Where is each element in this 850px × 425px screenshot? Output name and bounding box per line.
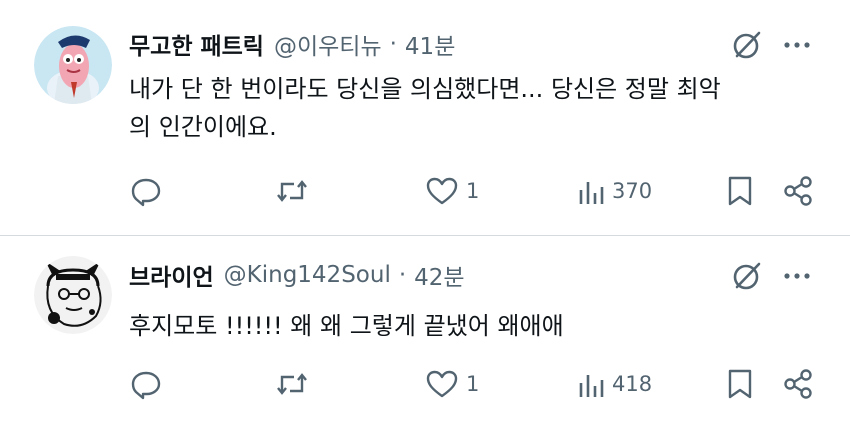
sketch-face-avatar[interactable] <box>34 256 112 334</box>
views-icon <box>578 369 604 399</box>
tweet-header: 브라이언 @King142Soul · 42분 <box>129 257 465 293</box>
reply-icon <box>130 368 162 400</box>
like-count: 1 <box>466 372 480 396</box>
bookmark-icon <box>727 368 753 400</box>
views-button[interactable]: 418 <box>578 366 652 402</box>
timestamp[interactable]: 42분 <box>414 258 464 292</box>
tweet-text: 후지모토 !!!!!! 왜 왜 그렇게 끝냈어 왜애애 <box>129 307 829 345</box>
retweet-button[interactable] <box>275 366 309 402</box>
grok-icon[interactable] <box>730 259 764 293</box>
like-icon <box>426 369 458 399</box>
display-name[interactable]: 브라이언 <box>129 258 214 292</box>
tweet[interactable]: 브라이언 @King142Soul · 42분 후지모토 !!!!!! 왜 왜 … <box>0 0 850 425</box>
share-button[interactable] <box>782 366 814 402</box>
action-bar: 1 418 <box>0 366 850 402</box>
reply-button[interactable] <box>130 366 162 402</box>
tweet-text-line: 후지모토 !!!!!! 왜 왜 그렇게 끝냈어 왜애애 <box>129 312 564 340</box>
more-icon[interactable] <box>782 261 812 291</box>
separator-dot: · <box>398 262 407 288</box>
like-button[interactable]: 1 <box>426 366 479 402</box>
bookmark-button[interactable] <box>727 366 753 402</box>
share-icon <box>782 368 814 400</box>
username-handle[interactable]: @King142Soul <box>224 262 391 288</box>
views-count: 418 <box>612 372 653 396</box>
retweet-icon <box>275 368 309 400</box>
